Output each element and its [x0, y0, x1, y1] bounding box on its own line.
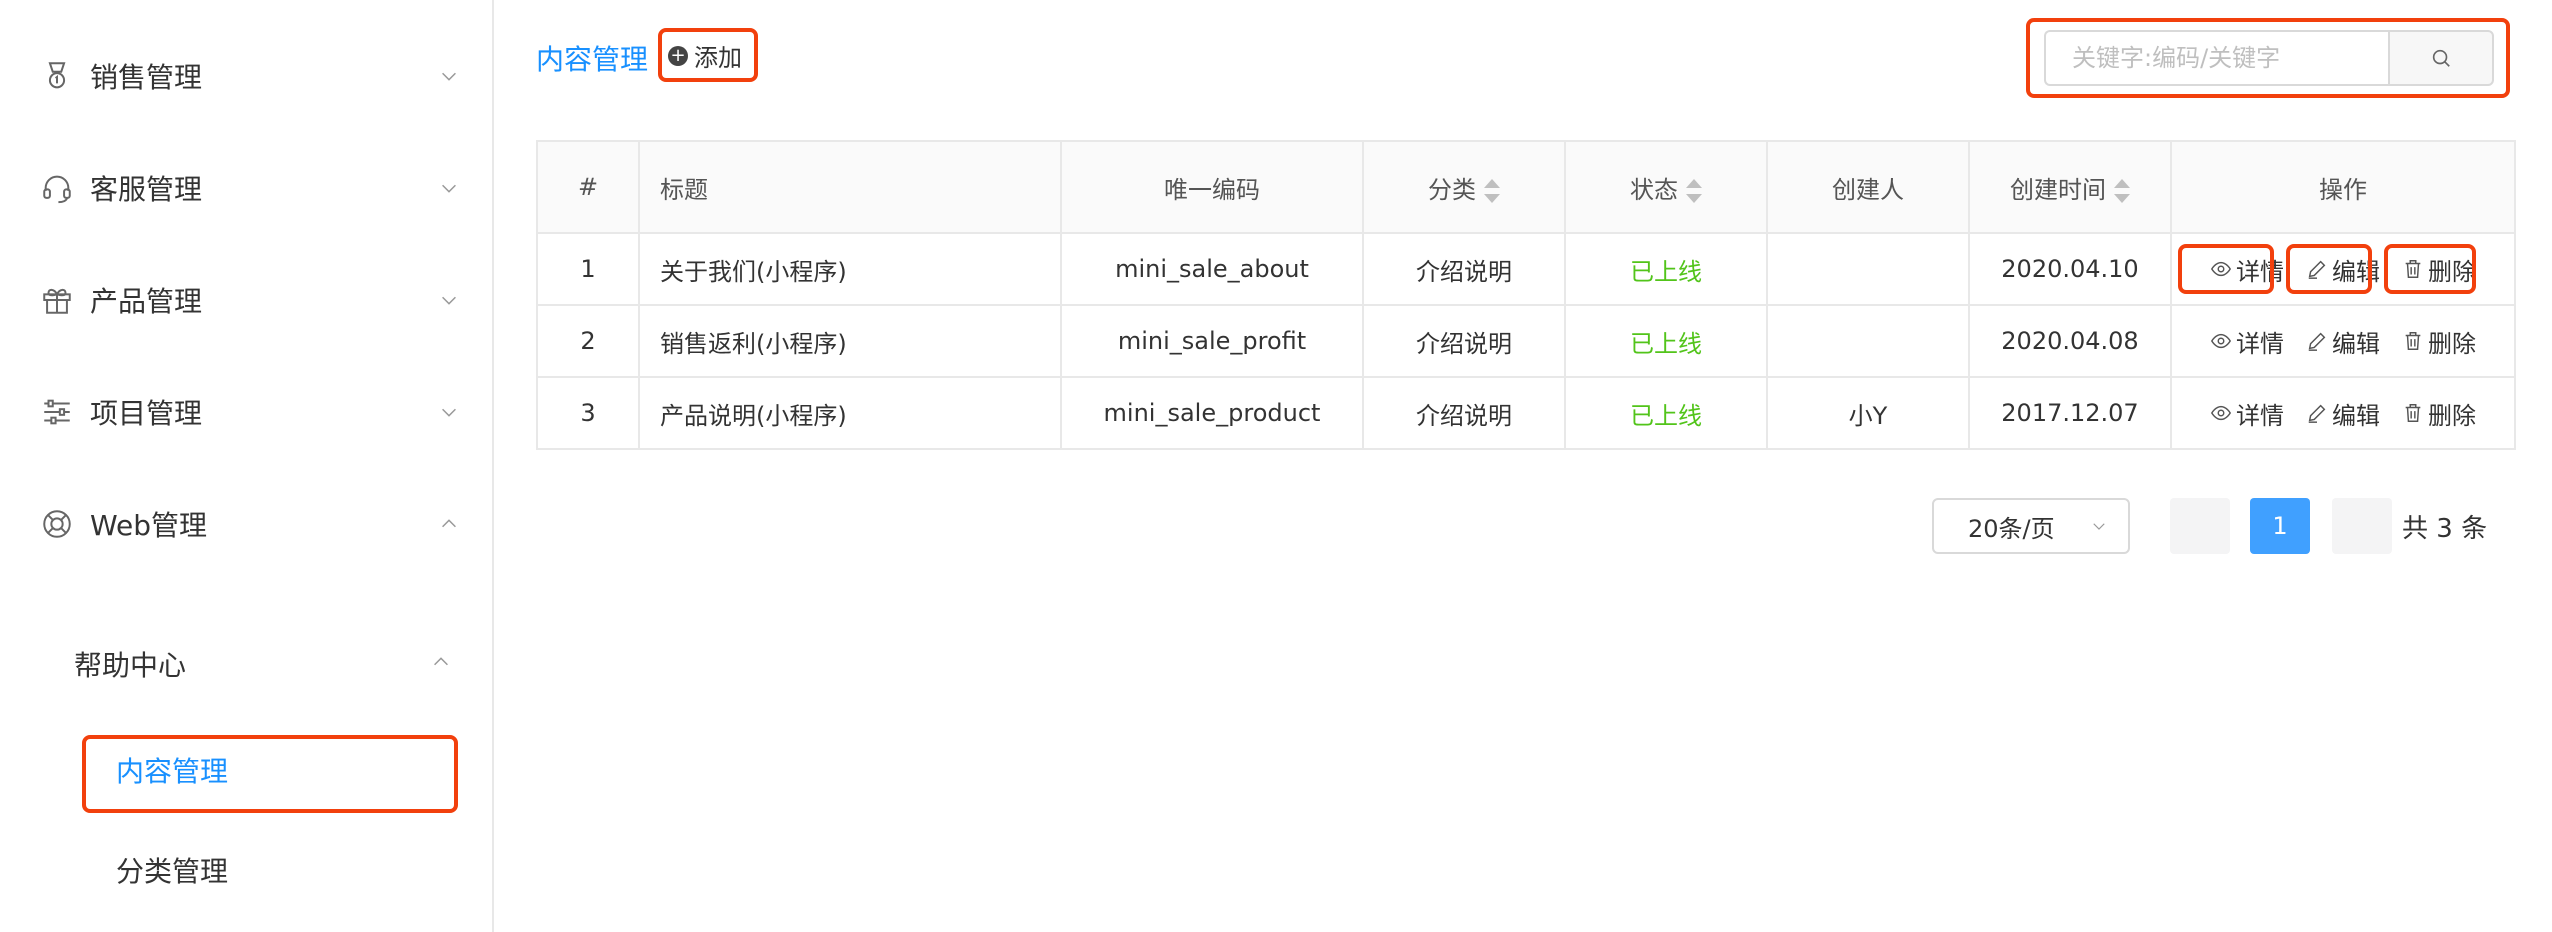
plus-circle-icon: +	[668, 45, 688, 66]
eye-icon	[2210, 261, 2232, 277]
cell-code: mini_sale_profit	[1060, 304, 1364, 378]
detail-button[interactable]: 详情	[2210, 396, 2284, 431]
cell-created: 2020.04.10	[1968, 232, 2172, 306]
cell-category: 介绍说明	[1362, 376, 1566, 450]
content-table: # 标题 唯一编码 分类 状态 创建人 创建时间 操作 1 关于我们(小程序) …	[536, 140, 2516, 450]
edit-button[interactable]: 编辑	[2306, 396, 2380, 431]
column-header-index: #	[536, 140, 640, 234]
trash-icon	[2405, 260, 2421, 278]
cell-creator	[1766, 304, 1970, 378]
sidebar-item-label: 产品管理	[90, 285, 203, 318]
column-header-title: 标题	[638, 140, 1062, 234]
cell-title: 销售返利(小程序)	[638, 304, 1062, 378]
gift-icon	[43, 288, 71, 314]
search-button[interactable]	[2388, 30, 2494, 86]
table-row: 2 销售返利(小程序) mini_sale_profit 介绍说明 已上线 20…	[536, 304, 2516, 378]
sidebar-item-project[interactable]: 项目管理	[40, 382, 460, 442]
cell-title: 关于我们(小程序)	[638, 232, 1062, 306]
chevron-down-icon	[442, 184, 456, 193]
submenu-help-center[interactable]: 帮助中心	[74, 644, 186, 684]
sidebar-item-web[interactable]: Web管理	[40, 494, 460, 554]
submenu-label: 帮助中心	[74, 649, 187, 682]
cell-code: mini_sale_product	[1060, 376, 1364, 450]
detail-button[interactable]: 详情	[2210, 252, 2284, 287]
cell-title: 产品说明(小程序)	[638, 376, 1062, 450]
cell-creator: 小Y	[1766, 376, 1970, 450]
pencil-icon	[2308, 404, 2326, 423]
sidebar: 销售管理 客服管理 产品管理 项目管理 Web管理 帮助中心 内容管理 分类管理	[0, 0, 494, 932]
chevron-down-icon	[442, 296, 456, 305]
total-count: 共 3 条	[2402, 514, 2488, 544]
chevron-down-icon	[442, 72, 456, 81]
table-row: 3 产品说明(小程序) mini_sale_product 介绍说明 已上线 小…	[536, 376, 2516, 450]
pencil-icon	[2308, 332, 2326, 351]
sidebar-item-sales[interactable]: 销售管理	[40, 46, 460, 106]
column-header-created[interactable]: 创建时间	[1968, 140, 2172, 234]
sidebar-item-label: Web管理	[90, 509, 208, 542]
cell-category: 介绍说明	[1362, 232, 1566, 306]
cell-index: 3	[536, 376, 640, 450]
sidebar-item-label: 客服管理	[90, 173, 203, 206]
cell-index: 2	[536, 304, 640, 378]
cell-status: 已上线	[1564, 232, 1768, 306]
eye-icon	[2210, 333, 2232, 349]
lifebuoy-icon	[43, 510, 71, 538]
sidebar-item-service[interactable]: 客服管理	[40, 158, 460, 218]
column-header-category[interactable]: 分类	[1362, 140, 1566, 234]
cell-actions: 详情 编辑 删除	[2170, 376, 2516, 450]
search-bar	[2044, 30, 2494, 86]
column-header-creator: 创建人	[1766, 140, 1970, 234]
sidebar-leaf-category-management[interactable]: 分类管理	[116, 850, 228, 890]
column-header-status[interactable]: 状态	[1564, 140, 1768, 234]
trash-icon	[2405, 332, 2421, 350]
page-size-label: 20条/页	[1968, 514, 2055, 543]
cell-actions: 详情 编辑 删除	[2170, 304, 2516, 378]
delete-button[interactable]: 删除	[2402, 324, 2476, 359]
delete-button[interactable]: 删除	[2402, 252, 2476, 287]
cell-status: 已上线	[1564, 376, 1768, 450]
cell-status: 已上线	[1564, 304, 1768, 378]
sidebar-item-product[interactable]: 产品管理	[40, 270, 460, 330]
sidebar-item-label: 销售管理	[90, 61, 203, 94]
column-header-actions: 操作	[2170, 140, 2516, 234]
chevron-down-icon	[2093, 523, 2105, 530]
prev-page-button[interactable]	[2170, 498, 2230, 554]
cell-created: 2020.04.08	[1968, 304, 2172, 378]
trash-icon	[2405, 404, 2421, 422]
chevron-up-icon	[434, 657, 448, 666]
page-title: 内容管理	[536, 43, 649, 76]
medal-icon	[48, 62, 66, 89]
sliders-icon	[44, 399, 70, 425]
cell-actions: 详情 编辑 删除	[2170, 232, 2516, 306]
add-button-label: 添加	[694, 44, 742, 72]
chevron-down-icon	[442, 408, 456, 417]
eye-icon	[2210, 405, 2232, 421]
edit-button[interactable]: 编辑	[2306, 252, 2380, 287]
search-input[interactable]	[2044, 30, 2388, 86]
delete-button[interactable]: 删除	[2402, 396, 2476, 431]
cell-code: mini_sale_about	[1060, 232, 1364, 306]
headset-icon	[43, 175, 71, 204]
next-page-button[interactable]	[2332, 498, 2392, 554]
page-size-select[interactable]: 20条/页	[1932, 498, 2130, 554]
detail-button[interactable]: 详情	[2210, 324, 2284, 359]
column-header-code: 唯一编码	[1060, 140, 1364, 234]
cell-index: 1	[536, 232, 640, 306]
chevron-up-icon	[442, 519, 456, 528]
pencil-icon	[2308, 260, 2326, 279]
sort-icon[interactable]	[1484, 178, 1500, 204]
sort-icon[interactable]	[1686, 178, 1702, 204]
edit-button[interactable]: 编辑	[2306, 324, 2380, 359]
sidebar-leaf-content-management[interactable]: 内容管理	[116, 750, 228, 790]
cell-creator	[1766, 232, 1970, 306]
add-button[interactable]: + 添加	[668, 38, 742, 73]
sidebar-item-label: 项目管理	[90, 397, 203, 430]
table-header-row: # 标题 唯一编码 分类 状态 创建人 创建时间 操作	[536, 140, 2516, 234]
table-row: 1 关于我们(小程序) mini_sale_about 介绍说明 已上线 202…	[536, 232, 2516, 306]
search-icon	[2432, 49, 2450, 67]
sort-icon[interactable]	[2114, 178, 2130, 204]
cell-created: 2017.12.07	[1968, 376, 2172, 450]
cell-category: 介绍说明	[1362, 304, 1566, 378]
page-number-current[interactable]: 1	[2250, 498, 2310, 554]
